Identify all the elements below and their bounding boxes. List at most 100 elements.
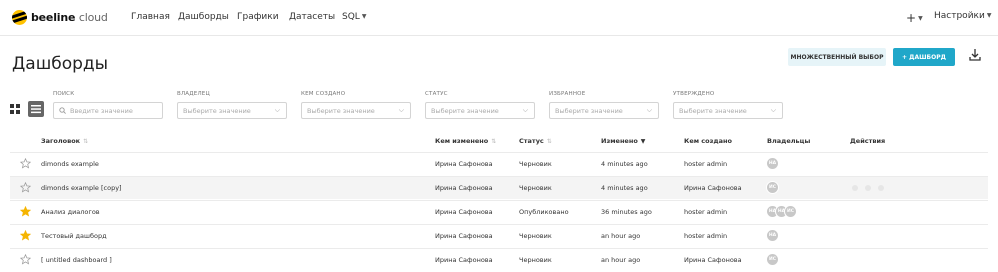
owners-avatars: HA	[766, 157, 779, 170]
cell-status: Черновик	[519, 160, 552, 168]
avatar[interactable]: HA	[766, 157, 779, 170]
nav-charts[interactable]: Графики	[237, 12, 279, 22]
cell-title[interactable]: Тестовый дашборд	[41, 232, 107, 240]
select-placeholder: Выберите значение	[555, 106, 623, 115]
select-placeholder: Выберите значение	[679, 106, 747, 115]
beeline-logo-icon	[12, 10, 27, 25]
chevron-down-icon: ▼	[986, 12, 992, 19]
created-by-select[interactable]: Выберите значение ⌵	[301, 102, 411, 119]
cell-changed: 4 minutes ago	[601, 184, 648, 192]
owners-avatars: HA	[766, 229, 779, 242]
table-row[interactable]: Тестовый дашборд Ирина Сафонова Черновик an…	[10, 224, 988, 247]
settings-label: Настройки	[934, 11, 985, 21]
export-icon[interactable]	[865, 185, 871, 191]
avatar[interactable]: ИС	[766, 253, 779, 266]
search-input[interactable]: Введите значение	[53, 102, 163, 119]
nav-dashboards[interactable]: Дашборды	[178, 12, 229, 22]
nav-sql-menu[interactable]: SQL ▼	[342, 12, 366, 22]
add-menu[interactable]: + ▼	[906, 11, 923, 25]
cell-created-by: hoster admin	[684, 208, 728, 216]
nav-datasets[interactable]: Датасеты	[289, 12, 335, 22]
avatar[interactable]: ИС	[766, 181, 779, 194]
column-header-status[interactable]: Статус ⇅	[519, 137, 552, 145]
column-changed-by-label: Кем изменено	[435, 137, 489, 145]
filter-label: КЕМ СОЗДАНО	[301, 91, 346, 97]
cell-status: Черновик	[519, 184, 552, 192]
star-filled-icon[interactable]	[20, 206, 31, 217]
filter-label: УТВЕРЖДЕНО	[673, 91, 715, 97]
star-filled-icon[interactable]	[20, 230, 31, 241]
cell-title[interactable]: dimonds example [copy]	[41, 184, 122, 192]
cell-status: Черновик	[519, 232, 552, 240]
multi-select-button[interactable]: МНОЖЕСТВЕННЫЙ ВЫБОР	[788, 48, 886, 66]
avatar[interactable]: HA	[766, 229, 779, 242]
cell-changed: an hour ago	[601, 232, 641, 240]
column-header-created-by: Кем создано	[684, 137, 732, 145]
sort-icon: ⇅	[491, 138, 497, 145]
column-owners-label: Владельцы	[767, 137, 811, 145]
cell-changed-by: Ирина Сафонова	[435, 256, 493, 264]
cell-changed-by: Ирина Сафонова	[435, 232, 493, 240]
table-row[interactable]: [ untitled dashboard ] Ирина Сафонова Черн…	[10, 248, 988, 271]
column-header-owners: Владельцы	[767, 137, 810, 145]
select-placeholder: Выберите значение	[431, 106, 499, 115]
table-row[interactable]: Анализ диалогов Ирина Сафонова Опубликован…	[10, 200, 988, 223]
column-actions-label: Действия	[850, 137, 886, 145]
plus-label: +	[906, 11, 917, 25]
approved-select[interactable]: Выберите значение ⌵	[673, 102, 783, 119]
cell-title[interactable]: [ untitled dashboard ]	[41, 256, 112, 264]
select-placeholder: Выберите значение	[307, 106, 375, 115]
edit-icon[interactable]	[878, 185, 884, 191]
chevron-down-icon: ⌵	[770, 106, 776, 114]
avatar[interactable]: ИС	[784, 205, 797, 218]
filter-label: СТАТУС	[425, 91, 448, 97]
table-row[interactable]: dimonds example [copy] Ирина Сафонова Черн…	[10, 176, 988, 199]
column-title-label: Заголовок	[41, 137, 81, 145]
cell-changed: an hour ago	[601, 256, 641, 264]
top-navbar: beeline cloud Главная Дашборды Графики Д…	[0, 0, 998, 36]
chevron-down-icon: ▼	[918, 15, 923, 22]
page-title: Дашборды	[12, 54, 109, 74]
column-header-changed[interactable]: Изменено ▼	[601, 137, 645, 145]
cell-changed-by: Ирина Сафонова	[435, 184, 493, 192]
delete-icon[interactable]	[852, 185, 858, 191]
select-placeholder: Выберите значение	[183, 106, 251, 115]
filter-label: ИЗБРАННОЕ	[549, 91, 586, 97]
column-header-actions: Действия	[850, 137, 885, 145]
logo[interactable]: beeline cloud	[12, 10, 108, 25]
column-changed-label: Изменено	[601, 137, 638, 145]
chevron-down-icon: ⌵	[522, 106, 528, 114]
owner-select[interactable]: Выберите значение ⌵	[177, 102, 287, 119]
settings-menu[interactable]: Настройки ▼	[934, 11, 991, 21]
download-icon[interactable]	[968, 48, 982, 62]
cell-created-by: Ирина Сафонова	[684, 256, 742, 264]
row-actions	[852, 185, 884, 191]
cell-status: Опубликовано	[519, 208, 569, 216]
cell-status: Черновик	[519, 256, 552, 264]
cell-title[interactable]: dimonds example	[41, 160, 99, 168]
sort-icon: ⇅	[546, 138, 552, 145]
favorite-select[interactable]: Выберите значение ⌵	[549, 102, 659, 119]
nav-sql-label: SQL	[342, 12, 360, 22]
owners-avatars: ИС	[766, 253, 779, 266]
star-outline-icon[interactable]	[20, 254, 31, 265]
logo-text: beeline	[31, 11, 76, 24]
filter-favorite: ИЗБРАННОЕ Выберите значение ⌵	[549, 91, 659, 119]
column-header-changed-by[interactable]: Кем изменено ⇅	[435, 137, 496, 145]
filter-created-by: КЕМ СОЗДАНО Выберите значение ⌵	[301, 91, 411, 119]
table-row[interactable]: dimonds example Ирина Сафонова Черновик 4 m…	[10, 152, 988, 175]
filter-owner: ВЛАДЕЛЕЦ Выберите значение ⌵	[177, 91, 287, 119]
filter-search: ПОИСК Введите значение	[53, 91, 163, 119]
status-select[interactable]: Выберите значение ⌵	[425, 102, 535, 119]
grid-view-icon[interactable]	[7, 101, 23, 117]
cell-title[interactable]: Анализ диалогов	[41, 208, 100, 216]
column-header-title[interactable]: Заголовок ⇅	[41, 137, 88, 145]
nav-home[interactable]: Главная	[131, 12, 170, 22]
star-outline-icon[interactable]	[20, 158, 31, 169]
add-dashboard-button[interactable]: + ДАШБОРД	[893, 48, 955, 66]
logo-subtext: cloud	[78, 11, 108, 24]
cell-created-by: hoster admin	[684, 160, 728, 168]
owners-avatars: ИС	[766, 181, 779, 194]
star-outline-icon[interactable]	[20, 182, 31, 193]
list-view-icon[interactable]	[28, 101, 44, 117]
